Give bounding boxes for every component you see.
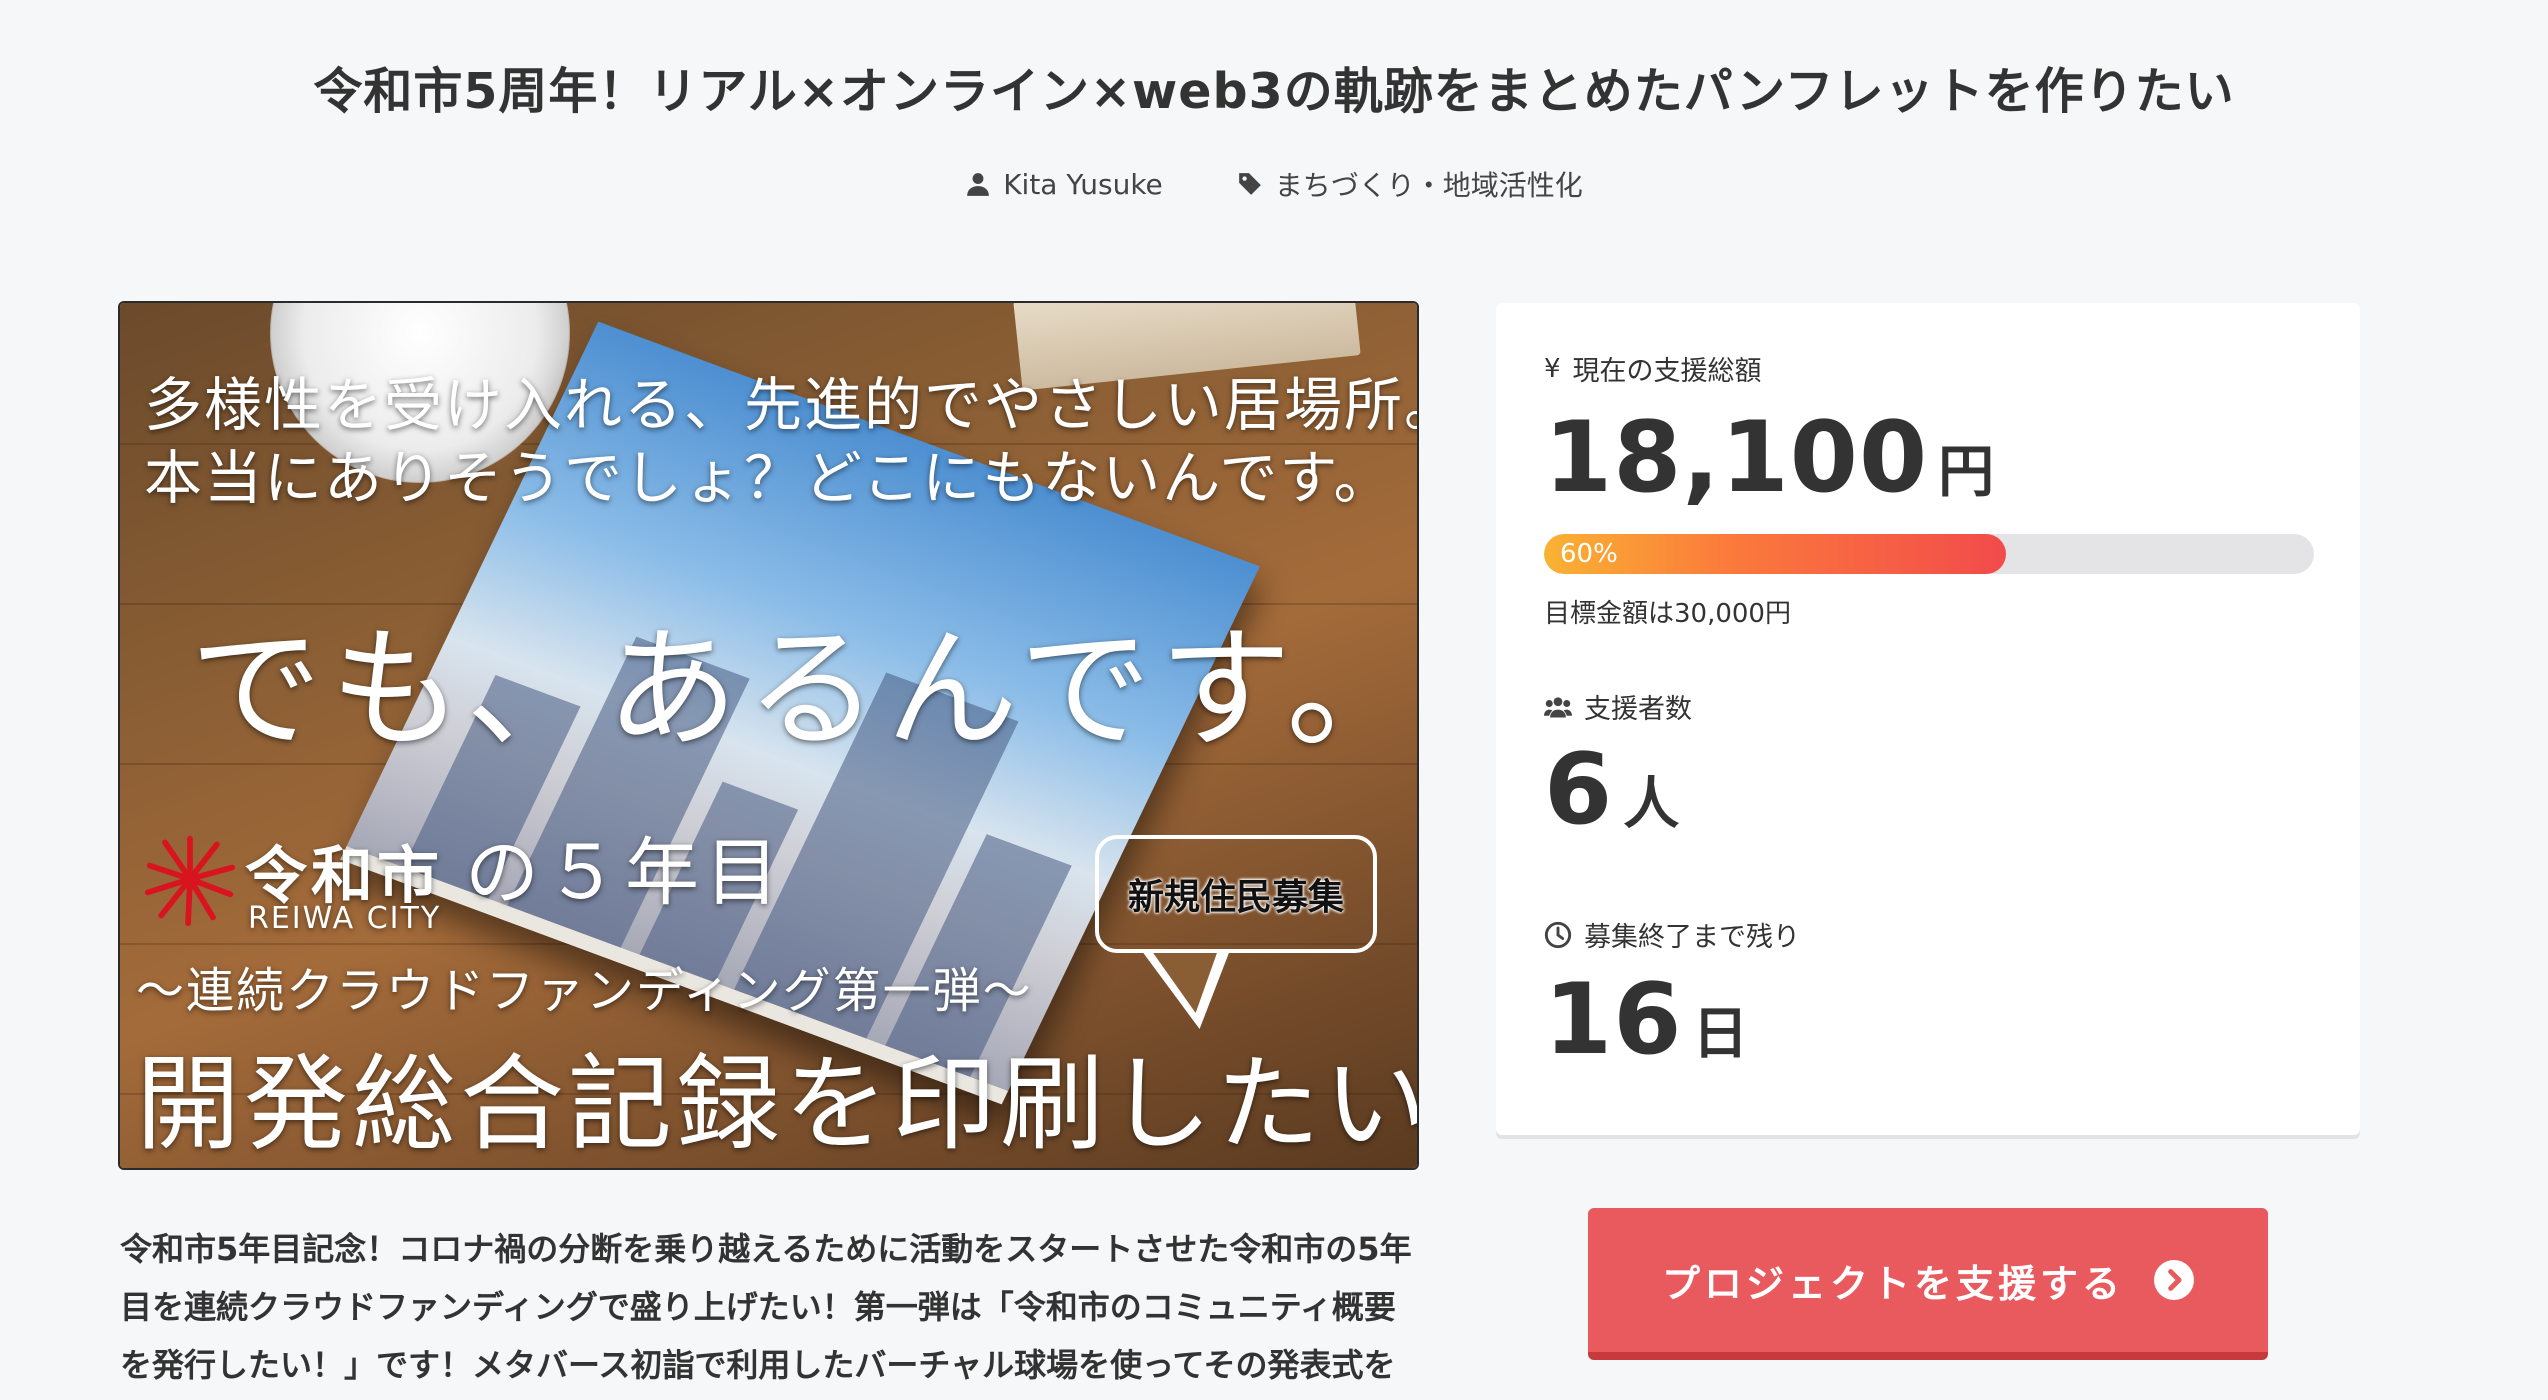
remaining-label: 募集終了まで残り [1544, 915, 1800, 954]
hero-main-text: 開発総合記録を印刷したい [136, 1043, 1417, 1165]
hero-line-2: 本当にありそうでしょ？どこにもないんです。 [144, 444, 1394, 512]
clock-icon [1544, 921, 1572, 948]
amount-label: ¥ 現在の支援総額 [1544, 353, 1762, 388]
reiwa-city-logo-icon [144, 835, 236, 927]
hero-line-1: 多様性を受け入れる、先進的でやさしい居場所。 [144, 371, 1417, 439]
yen-icon: ¥ [1544, 353, 1561, 384]
amount-value: 18,100 円 [1544, 401, 1995, 515]
goal-amount: 目標金額は30,000円 [1544, 599, 1791, 629]
category-link[interactable]: まちづくり・地域活性化 [1237, 164, 1583, 204]
chevron-right-circle-icon [2154, 1260, 2194, 1300]
speech-bubble: 新規住民募集 [1095, 835, 1377, 953]
project-hero-image: 多様性を受け入れる、先進的でやさしい居場所。 本当にありそうでしょ？どこにもない… [120, 303, 1417, 1168]
funding-stats-card: ¥ 現在の支援総額 18,100 円 60% 目標金額は30,000円 支援者数… [1496, 303, 2360, 1135]
backers-label: 支援者数 [1544, 687, 1692, 726]
logo-text-en: REIWA CITY [248, 901, 442, 936]
user-icon [967, 173, 990, 196]
remaining-value: 16 日 [1544, 963, 1749, 1077]
support-project-button[interactable]: プロジェクトを支援する [1588, 1208, 2268, 1360]
progress-percent: 60% [1560, 539, 1618, 569]
project-title: 令和市5周年！リアル×オンライン×web3の軌跡をまとめたパンフレットを作りたい [313, 63, 2235, 120]
project-meta: Kita Yusuke まちづくり・地域活性化 [0, 164, 2548, 204]
tag-icon [1238, 173, 1261, 195]
hero-headline: でも、あるんです。 [190, 613, 1417, 767]
progress-fill: 60% [1544, 534, 2006, 574]
hero-series: 〜連続クラウドファンディング第一弾〜 [136, 963, 1033, 1019]
project-summary: 令和市5年目記念！コロナ禍の分断を乗り越えるために活動をスタートさせた令和市の5… [120, 1230, 1412, 1384]
support-button-label: プロジェクトを支援する [1661, 1261, 2124, 1306]
hero-year-text: の５年目 [465, 830, 785, 916]
author-link[interactable]: Kita Yusuke [965, 164, 1163, 204]
backers-value: 6 人 [1544, 733, 1680, 847]
author-name: Kita Yusuke [1003, 167, 1163, 201]
category-name: まちづくり・地域活性化 [1274, 169, 1583, 202]
users-icon [1544, 696, 1572, 717]
funding-progress-bar: 60% [1544, 534, 2314, 574]
bubble-text: 新規住民募集 [1127, 877, 1344, 918]
